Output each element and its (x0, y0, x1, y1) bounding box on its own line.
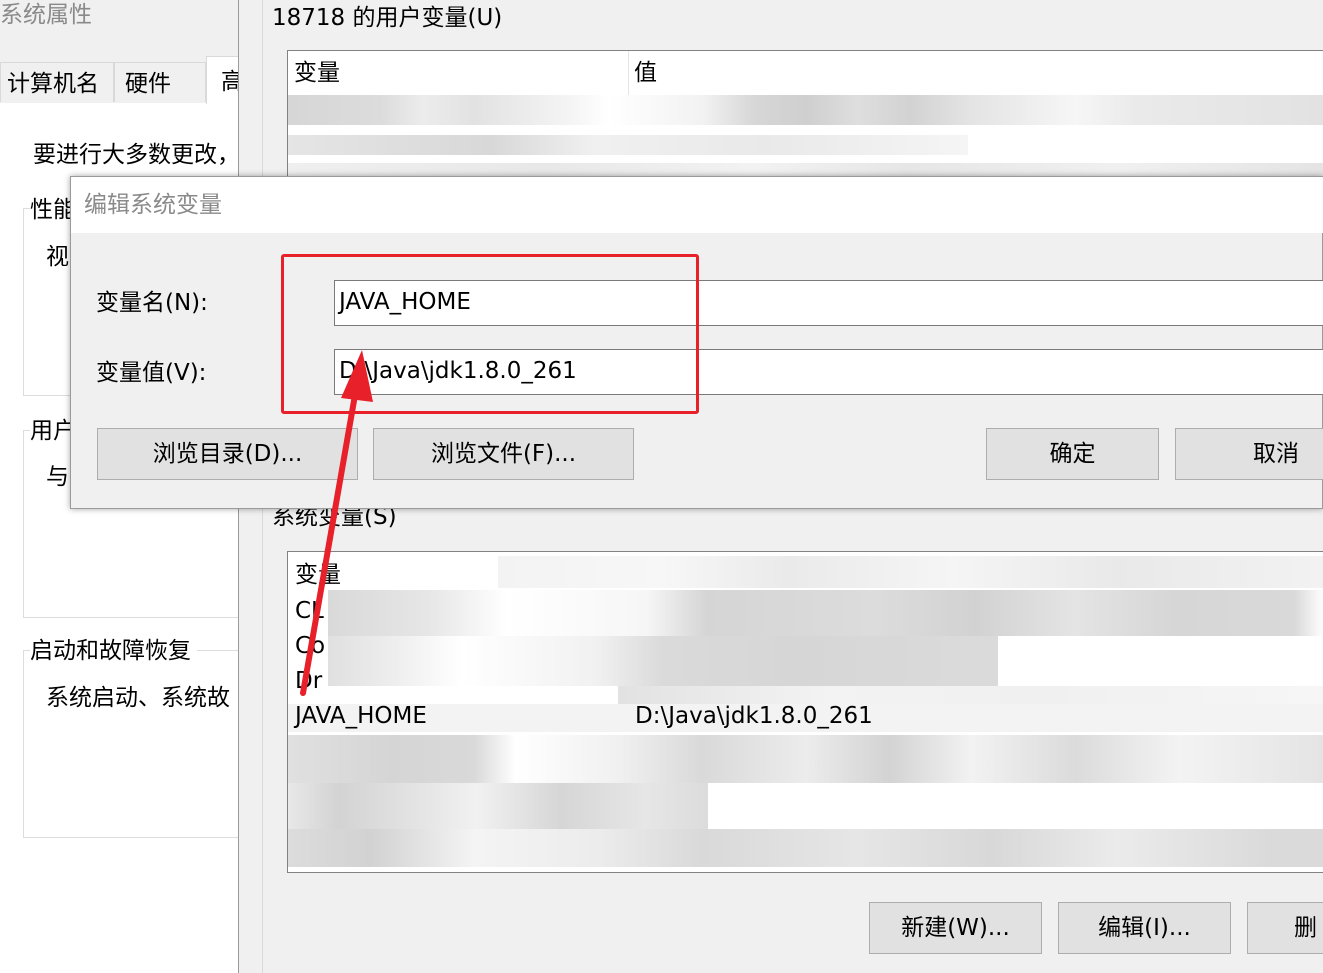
new-button[interactable]: 新建(W)... (869, 902, 1042, 954)
blurred-row (288, 135, 968, 155)
blurred-row (288, 95, 1323, 125)
startup-recovery-group (23, 650, 253, 838)
dialog-title: 编辑系统变量 (84, 192, 222, 218)
system-var-value-java-home[interactable]: D:\Java\jdk1.8.0_261 (635, 699, 873, 733)
user-vars-list[interactable]: 变量 值 (287, 50, 1323, 180)
blurred-row (288, 783, 708, 829)
startup-recovery-group-title: 启动和故障恢复 (30, 636, 197, 666)
delete-button[interactable]: 删 (1247, 902, 1323, 954)
highlight-box (281, 254, 699, 414)
tab-hardware[interactable]: 硬件 (114, 62, 206, 102)
system-var-name[interactable]: Dr (295, 664, 322, 698)
variable-value-label: 变量值(V): (96, 360, 207, 386)
ok-button[interactable]: 确定 (986, 428, 1159, 480)
user-profiles-text: 与 (46, 464, 69, 490)
tab-computer-name[interactable]: 计算机名 (0, 62, 114, 102)
user-vars-header: 变量 值 (288, 51, 1323, 96)
system-var-name-java-home[interactable]: JAVA_HOME (295, 699, 427, 733)
dialog-titlebar (71, 177, 1323, 233)
variable-name-label: 变量名(N): (96, 290, 208, 316)
blurred-row (288, 829, 1323, 867)
blurred-row (328, 590, 1323, 636)
performance-text: 视 (46, 244, 69, 270)
blurred-row (328, 636, 998, 686)
startup-recovery-text: 系统启动、系统故 (46, 685, 230, 711)
browse-directory-button[interactable]: 浏览目录(D)... (97, 428, 358, 480)
column-header-value[interactable]: 值 (628, 51, 657, 95)
admin-note: 要进行大多数更改， (33, 142, 240, 168)
system-properties-title: 系统属性 (0, 2, 92, 28)
column-header-variable[interactable]: 变量 (288, 51, 629, 95)
blurred-row (288, 735, 1323, 783)
system-var-name[interactable]: CL (295, 594, 324, 628)
edit-button[interactable]: 编辑(I)... (1058, 902, 1231, 954)
blurred-row (498, 556, 1323, 588)
cancel-button[interactable]: 取消 (1175, 428, 1323, 480)
user-vars-title: 18718 的用户变量(U) (272, 5, 503, 31)
column-header-variable[interactable]: 变量 (295, 558, 341, 592)
system-var-name[interactable]: Co (295, 629, 325, 663)
system-vars-list[interactable]: 变量 CL Co Dr JAVA_HOME D:\Java\jdk1.8.0_2… (287, 551, 1323, 873)
browse-file-button[interactable]: 浏览文件(F)... (373, 428, 634, 480)
